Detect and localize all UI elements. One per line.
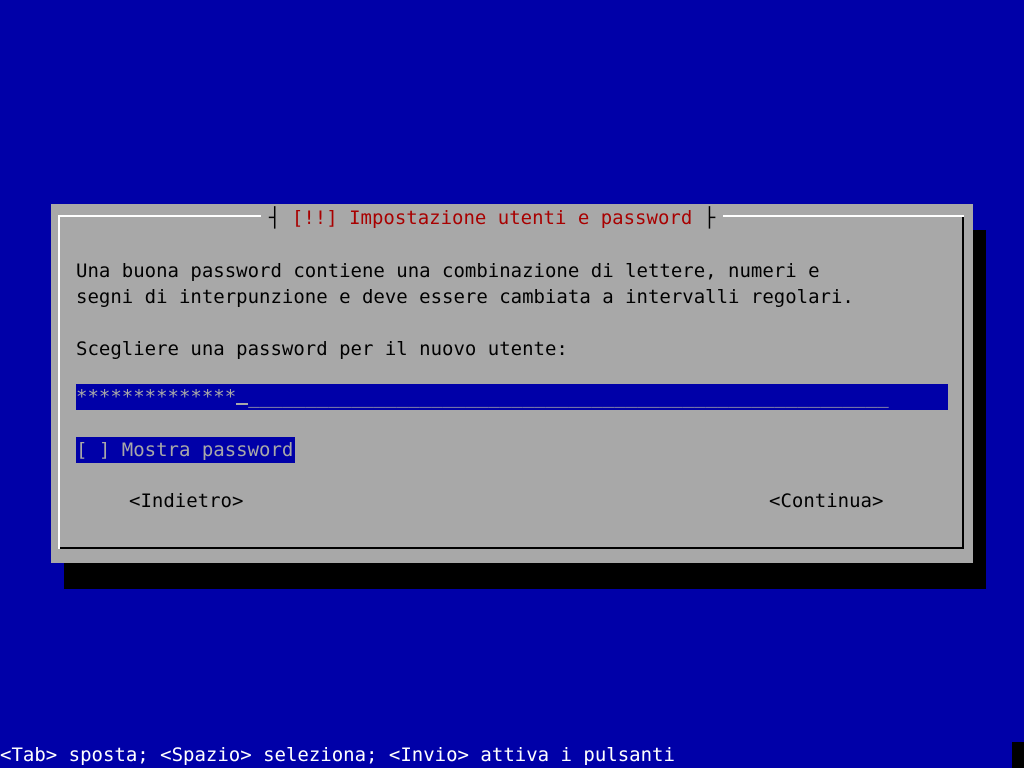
- text-cursor: [236, 385, 249, 405]
- password-masked-value: **************: [76, 386, 237, 408]
- description-line-2: segni di interpunzione e deve essere cam…: [76, 286, 854, 308]
- dialog-title-text: [!!] Impostazione utenti e password: [291, 207, 693, 229]
- title-left-tick: ┤: [269, 207, 292, 229]
- dialog-title: ┤ [!!] Impostazione utenti e password ├: [261, 205, 724, 231]
- installer-screen: ┤ [!!] Impostazione utenti e password ├ …: [0, 0, 1024, 768]
- status-bar-end-block: [1012, 742, 1024, 768]
- checkbox-box: [ ]: [76, 439, 111, 461]
- continue-button[interactable]: <Continua>: [769, 488, 883, 514]
- password-prompt: Scegliere una password per il nuovo uten…: [76, 338, 568, 360]
- back-button[interactable]: <Indietro>: [129, 488, 243, 514]
- checkbox-label: Mostra password: [121, 439, 294, 461]
- password-input[interactable]: ************** __________________________…: [76, 384, 948, 410]
- keyboard-hint-bar: <Tab> sposta; <Spazio> seleziona; <Invio…: [0, 742, 1024, 768]
- show-password-checkbox[interactable]: [ ] Mostra password: [76, 437, 296, 463]
- description-line-1: Una buona password contiene una combinaz…: [76, 260, 820, 282]
- password-field-fill: ________________________________________…: [248, 386, 889, 408]
- user-password-dialog: ┤ [!!] Impostazione utenti e password ├ …: [51, 204, 973, 563]
- title-right-tick: ├: [692, 207, 716, 229]
